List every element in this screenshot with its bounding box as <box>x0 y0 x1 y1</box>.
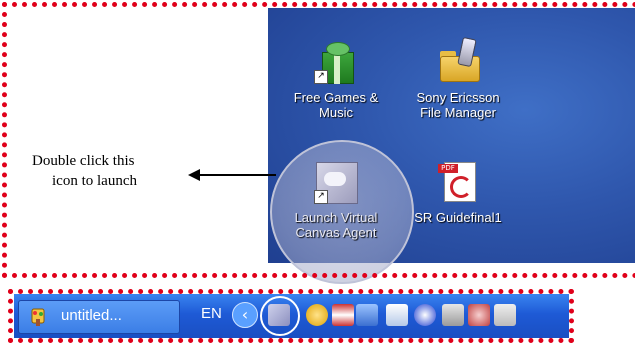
desktop-icon-label: Launch Virtual Canvas Agent <box>294 210 378 240</box>
desktop-icon-launch-virtual-canvas[interactable]: ↗ Launch Virtual Canvas Agent <box>276 158 396 240</box>
taskbar-highlight-frame <box>8 289 574 343</box>
virtual-canvas-icon: ↗ <box>314 158 358 204</box>
